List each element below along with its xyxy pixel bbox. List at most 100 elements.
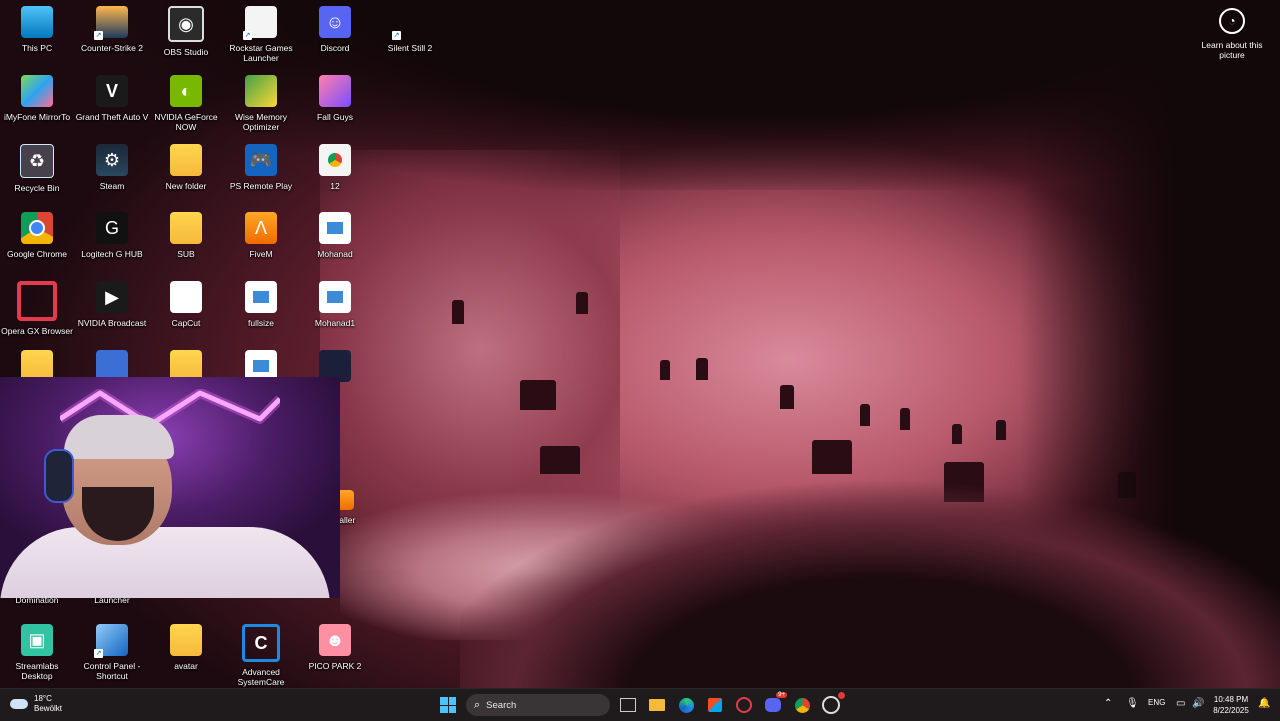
- start-button[interactable]: [436, 694, 460, 716]
- image-file-icon: [319, 212, 351, 244]
- icon-label: CapCut: [171, 318, 201, 328]
- desktop-icon-12[interactable]: 12: [298, 144, 372, 191]
- desktop-icon-silent-still-2[interactable]: ↗ Silent Still 2: [373, 6, 447, 53]
- desktop-icon-nvidia-broadcast[interactable]: ▶ NVIDIA Broadcast: [75, 281, 149, 328]
- microphone-button[interactable]: 🎙: [1126, 698, 1139, 709]
- chrome-icon: [21, 212, 53, 244]
- notification-badge: 9+: [776, 692, 787, 698]
- icon-label: NVIDIA Broadcast: [77, 318, 147, 328]
- icon-label: Discord: [320, 43, 350, 53]
- shortcut-arrow-icon: ↗: [243, 31, 252, 40]
- icon-label: Wise Memory Optimizer: [235, 112, 287, 132]
- icon-label: Steam: [99, 181, 125, 191]
- desktop-icon-wise-memory[interactable]: Wise Memory Optimizer: [224, 75, 298, 132]
- desktop-icon-advanced-systemcare[interactable]: C Advanced SystemCare: [224, 624, 298, 687]
- document-icon: ↗: [243, 6, 277, 40]
- chrome-icon: [794, 697, 810, 713]
- desktop-icon-rockstar-launcher[interactable]: ↗ Rockstar Games Launcher: [224, 6, 298, 63]
- wallpaper-doorway: [900, 408, 910, 430]
- icon-label: Counter-Strike 2: [81, 43, 143, 53]
- desktop-icon-fivem[interactable]: ᐱ FiveM: [224, 212, 298, 259]
- notifications-button[interactable]: 🔔: [1258, 698, 1270, 709]
- desktop-icon-discord[interactable]: ☺ Discord: [298, 6, 372, 53]
- wallpaper-doorway: [780, 385, 794, 409]
- recording-dot-icon: [838, 692, 845, 699]
- windows-logo-icon: [440, 697, 456, 713]
- control-panel-icon: ↗: [94, 624, 128, 658]
- desktop-icon-pico-park-2[interactable]: ☻ PICO PARK 2: [298, 624, 372, 671]
- wallpaper-doorway: [952, 424, 962, 444]
- desktop-icon-logitech-g-hub[interactable]: G Logitech G HUB: [75, 212, 149, 259]
- desktop-icon-opera-gx[interactable]: Opera GX Browser: [0, 281, 74, 336]
- wallpaper-doorway: [860, 404, 870, 426]
- desktop-icon-sub[interactable]: SUB: [149, 212, 223, 259]
- chrome-taskbar-button[interactable]: [790, 694, 814, 716]
- streamlabs-icon: ▣: [21, 624, 53, 656]
- show-hidden-icons-button[interactable]: ⌃: [1104, 698, 1112, 709]
- icon-label: Opera GX Browser: [1, 326, 73, 336]
- icon-label: Recycle Bin: [14, 183, 60, 193]
- headphone-icon: [44, 449, 74, 503]
- wallpaper-doorway: [696, 358, 708, 380]
- icon-label: New folder: [165, 181, 207, 191]
- desktop-icon-google-chrome[interactable]: Google Chrome: [0, 212, 74, 259]
- search-placeholder: Search: [486, 699, 517, 711]
- folder-icon: [170, 212, 202, 244]
- pico-park-icon: ☻: [319, 624, 351, 656]
- desktop-icon-gta-v[interactable]: V Grand Theft Auto V: [75, 75, 149, 122]
- nvidia-broadcast-icon: ▶: [96, 281, 128, 313]
- weather-temp: 18°C: [34, 694, 52, 703]
- monitor-icon: [21, 6, 53, 38]
- advanced-systemcare-icon: C: [242, 624, 280, 662]
- desktop-icon-recycle-bin[interactable]: ♻ Recycle Bin: [0, 144, 74, 193]
- desktop-icon-capcut[interactable]: ✂ CapCut: [149, 281, 223, 328]
- discord-taskbar-button[interactable]: 9+: [761, 692, 787, 716]
- taskbar-search[interactable]: ⌕ Search: [466, 694, 610, 716]
- store-button[interactable]: [703, 694, 727, 716]
- desktop-icon-avatar[interactable]: avatar: [149, 624, 223, 671]
- volume-button[interactable]: 🔊: [1192, 698, 1204, 709]
- desktop-icon-control-panel[interactable]: ↗ Control Panel - Shortcut: [75, 624, 149, 681]
- clock[interactable]: 10:48 PM 8/22/2025: [1208, 694, 1254, 716]
- desktop-icon-this-pc[interactable]: This PC: [0, 6, 74, 53]
- obs-taskbar-button[interactable]: [819, 692, 845, 716]
- weather-widget[interactable]: 18°C Bewölkt: [10, 694, 62, 714]
- desktop-icon-fullsize[interactable]: fullsize: [224, 281, 298, 328]
- icon-label: OBS Studio: [163, 47, 209, 57]
- wallpaper-doorway: [660, 360, 670, 380]
- desktop-icon-steam[interactable]: ⚙ Steam: [75, 144, 149, 191]
- desktop-icon-fall-guys[interactable]: Fall Guys: [298, 75, 372, 122]
- desktop-icon-streamlabs[interactable]: ▣ Streamlabs Desktop: [0, 624, 74, 681]
- edge-button[interactable]: [674, 694, 698, 716]
- opera-gx-taskbar-button[interactable]: [732, 694, 756, 716]
- cloud-icon: [10, 699, 28, 709]
- desktop-icon-mohanad[interactable]: Mohanad: [298, 212, 372, 259]
- desktop-icon-imyfone[interactable]: iMyFone MirrorTo: [0, 75, 74, 122]
- icon-label: Control Panel - Shortcut: [83, 661, 141, 681]
- desktop-icon-mohanad1[interactable]: Mohanad1: [298, 281, 372, 328]
- icon-label: Rockstar Games Launcher: [229, 43, 293, 63]
- capcut-icon: ✂: [170, 281, 202, 313]
- network-icon: ▭: [1176, 698, 1186, 709]
- icon-label: iMyFone MirrorTo: [3, 112, 71, 122]
- icon-label: SUB: [177, 249, 195, 259]
- desktop-icon-counter-strike-2[interactable]: ↗ Counter-Strike 2: [75, 6, 149, 53]
- language-indicator[interactable]: ENG: [1148, 698, 1165, 707]
- shortcut-arrow-icon: ↗: [392, 31, 401, 40]
- webcam-overlay: [0, 377, 340, 598]
- wallpaper-doorway: [452, 300, 464, 324]
- desktop-icon-geforce-now[interactable]: ◐ NVIDIA GeForce NOW: [149, 75, 223, 132]
- desktop-icon-ps-remote-play[interactable]: 🎮 PS Remote Play: [224, 144, 298, 191]
- wallpaper-doorway: [812, 440, 852, 474]
- folder-icon: [170, 624, 202, 656]
- desktop-icon-new-folder[interactable]: New folder: [149, 144, 223, 191]
- obs-icon: ◉: [168, 6, 204, 42]
- network-button[interactable]: ▭: [1176, 698, 1185, 709]
- desktop-icon-obs-studio[interactable]: ◉ OBS Studio: [149, 6, 223, 57]
- file-explorer-button[interactable]: [645, 694, 669, 716]
- icon-label: Grand Theft Auto V: [75, 112, 149, 122]
- learn-about-picture[interactable]: ◔ Learn about this picture: [1196, 8, 1268, 60]
- task-view-button[interactable]: [616, 694, 640, 716]
- icon-label: 12: [330, 181, 340, 191]
- wallpaper-rock: [460, 470, 1280, 688]
